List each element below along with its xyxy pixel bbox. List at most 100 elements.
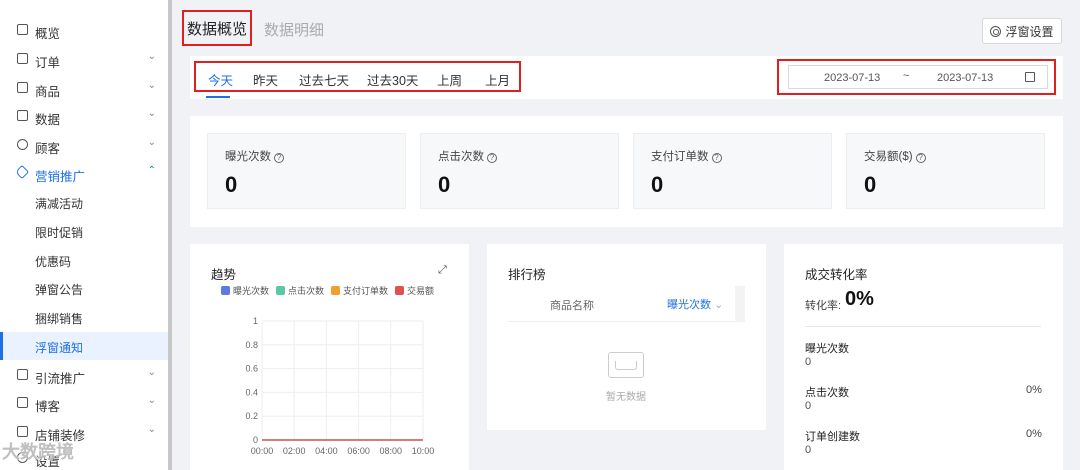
x-tick-label: 00:00 [251, 446, 274, 456]
column-product-name: 商品名称 [550, 300, 594, 312]
float-settings-button[interactable]: 浮窗设置 [982, 18, 1062, 44]
product-icon [17, 82, 28, 93]
stat-label: 支付订单数 [651, 151, 709, 163]
float-settings-label: 浮窗设置 [1005, 24, 1054, 39]
legend-item[interactable]: 点击次数 [276, 284, 324, 297]
stat-value: 0 [864, 172, 877, 197]
x-tick-label: 08:00 [380, 446, 403, 456]
sidebar-item-blog[interactable]: 博客 ⌄ [0, 389, 171, 417]
sidebar-sub-popup[interactable]: 弹窗公告 [0, 274, 171, 302]
grid-icon [17, 24, 28, 35]
y-tick-label: 0.4 [245, 387, 258, 397]
chevron-down-icon: ⌄ [147, 395, 156, 406]
gear-icon [990, 25, 1002, 37]
legend-label: 曝光次数 [233, 286, 270, 296]
legend-item[interactable]: 支付订单数 [331, 284, 388, 297]
tab-data-overview[interactable]: 数据概览 [182, 10, 252, 46]
sidebar-item-marketing[interactable]: 营销推广 ⌃ [0, 159, 171, 187]
chart-icon [17, 110, 28, 121]
x-tick-label: 02:00 [283, 446, 306, 456]
column-impressions-sort[interactable]: 曝光次数 ⌄ [667, 296, 723, 312]
time-tab-last-7-days[interactable]: 过去七天 [299, 70, 349, 89]
conversion-rate-value: 0% [845, 288, 874, 310]
watermark-logo: 大数跨境 [2, 442, 74, 462]
time-tab-last-month[interactable]: 上月 [485, 70, 510, 89]
conversion-rate-label: 转化率: [805, 300, 842, 312]
legend-item[interactable]: 曝光次数 [221, 284, 269, 297]
tag-icon [14, 164, 30, 180]
sidebar-sub-full-reduction[interactable]: 满减活动 [0, 188, 171, 216]
y-tick-label: 0.2 [245, 411, 258, 421]
sidebar-item-overview[interactable]: 概览 [0, 16, 171, 44]
chevron-down-icon: ⌄ [147, 80, 156, 91]
legend-swatch [276, 286, 286, 295]
expand-icon[interactable]: ⤢ [438, 264, 447, 277]
sidebar-item-products[interactable]: 商品 ⌄ [0, 74, 171, 102]
help-icon[interactable]: ? [915, 153, 926, 163]
sidebar-item-orders[interactable]: 订单 ⌄ [0, 45, 171, 73]
time-tab-today[interactable]: 今天 [208, 70, 233, 89]
trend-title: 趋势 [211, 268, 237, 282]
sidebar-sub-flash-sale[interactable]: 限时促销 [0, 217, 171, 245]
sidebar-sub-label: 捆绑销售 [35, 312, 84, 326]
legend-item[interactable]: 交易额 [395, 284, 434, 297]
y-tick-label: 0.6 [245, 364, 258, 374]
tab-data-detail[interactable]: 数据明细 [264, 19, 324, 40]
sidebar-sub-label: 限时促销 [35, 226, 84, 240]
funnel-percent: 0% [1026, 428, 1042, 440]
sidebar-item-label: 数据 [35, 113, 61, 127]
calendar-icon [1025, 72, 1035, 82]
time-tab-last-30-days[interactable]: 过去30天 [367, 70, 418, 89]
sidebar-sub-float-notice[interactable]: 浮窗通知 [0, 332, 171, 360]
y-tick-label: 1 [253, 316, 258, 326]
sidebar-item-label: 引流推广 [35, 372, 86, 386]
sidebar-sub-coupon[interactable]: 优惠码 [0, 246, 171, 274]
sidebar-item-label: 营销推广 [35, 170, 86, 184]
empty-state-text: 暂无数据 [606, 392, 646, 403]
ranking-table-header: 商品名称 曝光次数 ⌄ [508, 286, 745, 322]
stat-label: 交易额($) [864, 151, 913, 163]
chevron-up-icon: ⌃ [147, 165, 156, 176]
legend-label: 支付订单数 [343, 286, 389, 296]
date-range-picker[interactable]: 2023-07-13 ~ 2023-07-13 [788, 65, 1048, 89]
chart-legend: 曝光次数 点击次数 支付订单数 交易额 [221, 284, 434, 297]
chevron-down-icon: ⌄ [147, 367, 156, 378]
help-icon[interactable]: ? [274, 153, 284, 163]
sidebar-item-traffic[interactable]: 引流推广 ⌄ [0, 361, 171, 389]
date-start: 2023-07-13 [824, 72, 881, 84]
table-scrollbar[interactable] [735, 286, 745, 322]
stat-value: 0 [438, 172, 451, 197]
layout-icon [17, 426, 28, 437]
sidebar: 概览 订单 ⌄ 商品 ⌄ 数据 ⌄ 顾客 ⌄ 营销推广 ⌃ 满减活动 限时促销 … [0, 0, 172, 470]
funnel-label: 曝光次数 [805, 343, 849, 355]
sort-column-label: 曝光次数 [667, 299, 711, 311]
help-icon[interactable]: ? [487, 153, 497, 163]
stat-card-impressions: 曝光次数? 0 [207, 133, 406, 209]
sidebar-sub-bundle[interactable]: 捆绑销售 [0, 303, 171, 331]
date-end: 2023-07-13 [937, 72, 994, 84]
funnel-value: 0 [805, 400, 812, 412]
sidebar-sub-label: 浮窗通知 [35, 341, 84, 355]
time-tab-last-week[interactable]: 上周 [437, 70, 462, 89]
help-icon[interactable]: ? [711, 153, 722, 163]
legend-label: 交易额 [407, 286, 435, 296]
funnel-value: 0 [805, 356, 812, 368]
funnel-label: 订单创建数 [805, 431, 860, 443]
time-tab-yesterday[interactable]: 昨天 [253, 70, 278, 89]
ranking-title: 排行榜 [508, 268, 546, 282]
stat-card-paid-orders: 支付订单数? 0 [633, 133, 832, 209]
divider [805, 326, 1041, 327]
sidebar-sub-label: 满减活动 [35, 197, 84, 211]
x-tick-label: 10:00 [412, 446, 435, 456]
active-indicator [0, 332, 3, 360]
sidebar-item-data[interactable]: 数据 ⌄ [0, 102, 171, 130]
sidebar-item-customers[interactable]: 顾客 ⌄ [0, 131, 171, 159]
stat-value: 0 [651, 172, 664, 197]
x-tick-label: 06:00 [347, 446, 370, 456]
active-tab-underline [206, 96, 230, 98]
legend-label: 点击次数 [288, 286, 325, 296]
chevron-down-icon: ⌄ [147, 108, 156, 119]
sidebar-scrollbar[interactable] [168, 0, 172, 470]
stat-card-revenue: 交易额($)? 0 [846, 133, 1045, 209]
funnel-value: 0 [805, 444, 812, 456]
